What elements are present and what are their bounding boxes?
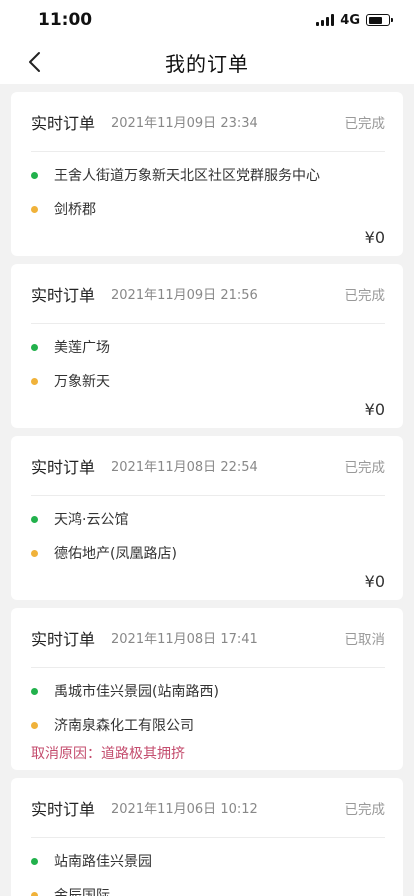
- order-route: 王舍人街道万象新天北区社区党群服务中心 剑桥郡 ¥0: [31, 152, 385, 256]
- order-card[interactable]: 实时订单 2021年11月08日 22:54 已完成 天鸿·云公馆 德佑地产(凤…: [11, 436, 403, 600]
- order-time: 2021年11月09日 23:34: [111, 116, 258, 131]
- order-header: 实时订单 2021年11月08日 22:54 已完成: [31, 436, 385, 496]
- order-route: 禹城市佳兴景园(站南路西) 济南泉森化工有限公司 取消原因：道路极其拥挤: [31, 668, 385, 770]
- end-location: 金辰国际: [54, 888, 110, 896]
- order-header: 实时订单 2021年11月06日 10:12 已完成: [31, 778, 385, 838]
- order-price: ¥0: [364, 572, 385, 591]
- end-dot-icon: [31, 205, 38, 213]
- end-stop: 济南泉森化工有限公司: [31, 708, 385, 742]
- start-location: 美莲广场: [54, 340, 110, 356]
- start-dot-icon: [31, 343, 38, 351]
- order-status: 已完成: [344, 801, 386, 818]
- order-time: 2021年11月08日 17:41: [111, 632, 258, 647]
- order-type: 实时订单: [31, 629, 96, 649]
- status-time: 11:00: [38, 10, 93, 30]
- start-dot-icon: [31, 515, 38, 523]
- order-type: 实时订单: [31, 285, 96, 305]
- cancel-reason: 取消原因：道路极其拥挤: [31, 746, 185, 762]
- signal-icon: [316, 14, 335, 26]
- end-dot-icon: [31, 377, 38, 385]
- order-time: 2021年11月08日 22:54: [111, 460, 258, 475]
- end-dot-icon: [31, 721, 38, 729]
- order-price: ¥0: [364, 228, 385, 247]
- order-header: 实时订单 2021年11月09日 21:56 已完成: [31, 264, 385, 324]
- nav-bar: 我的订单: [0, 40, 414, 84]
- start-dot-icon: [31, 687, 38, 695]
- order-type: 实时订单: [31, 457, 96, 477]
- end-stop: 万象新天: [31, 364, 385, 398]
- end-stop: 金辰国际: [31, 878, 385, 896]
- order-card[interactable]: 实时订单 2021年11月06日 10:12 已完成 站南路佳兴景园 金辰国际: [11, 778, 403, 896]
- order-card[interactable]: 实时订单 2021年11月09日 23:34 已完成 王舍人街道万象新天北区社区…: [11, 92, 403, 256]
- order-time: 2021年11月09日 21:56: [111, 288, 258, 303]
- end-dot-icon: [31, 549, 38, 557]
- order-price: ¥0: [364, 400, 385, 419]
- order-route: 站南路佳兴景园 金辰国际: [31, 838, 385, 896]
- chevron-left-icon: [29, 52, 40, 72]
- start-location: 禹城市佳兴景园(站南路西): [54, 684, 219, 700]
- start-dot-icon: [31, 171, 38, 179]
- order-header: 实时订单 2021年11月09日 23:34 已完成: [31, 92, 385, 152]
- end-location: 剑桥郡: [54, 202, 96, 218]
- order-header: 实时订单 2021年11月08日 17:41 已取消: [31, 608, 385, 668]
- order-status: 已取消: [344, 631, 386, 648]
- order-card[interactable]: 实时订单 2021年11月08日 17:41 已取消 禹城市佳兴景园(站南路西)…: [11, 608, 403, 770]
- end-stop: 德佑地产(凤凰路店): [31, 536, 385, 570]
- order-type: 实时订单: [31, 799, 96, 819]
- start-stop: 禹城市佳兴景园(站南路西): [31, 674, 385, 708]
- order-list: 实时订单 2021年11月09日 23:34 已完成 王舍人街道万象新天北区社区…: [0, 84, 414, 896]
- start-stop: 美莲广场: [31, 330, 385, 364]
- order-card[interactable]: 实时订单 2021年11月09日 21:56 已完成 美莲广场 万象新天 ¥0: [11, 264, 403, 428]
- battery-icon: [366, 14, 393, 26]
- order-status: 已完成: [344, 115, 386, 132]
- end-stop: 剑桥郡: [31, 192, 385, 226]
- order-route: 天鸿·云公馆 德佑地产(凤凰路店) ¥0: [31, 496, 385, 600]
- order-status: 已完成: [344, 287, 386, 304]
- end-location: 万象新天: [54, 374, 110, 390]
- start-location: 王舍人街道万象新天北区社区党群服务中心: [54, 168, 320, 184]
- end-location: 德佑地产(凤凰路店): [54, 546, 177, 562]
- status-indicators: 4G: [316, 12, 393, 28]
- end-location: 济南泉森化工有限公司: [54, 718, 194, 734]
- page-title: 我的订单: [165, 51, 249, 76]
- start-stop: 天鸿·云公馆: [31, 502, 385, 536]
- back-button[interactable]: [14, 40, 54, 84]
- network-type: 4G: [340, 12, 360, 28]
- order-status: 已完成: [344, 459, 386, 476]
- start-location: 站南路佳兴景园: [54, 854, 152, 870]
- start-dot-icon: [31, 857, 38, 865]
- start-stop: 站南路佳兴景园: [31, 844, 385, 878]
- start-stop: 王舍人街道万象新天北区社区党群服务中心: [31, 158, 385, 192]
- end-dot-icon: [31, 891, 38, 896]
- order-route: 美莲广场 万象新天 ¥0: [31, 324, 385, 428]
- start-location: 天鸿·云公馆: [54, 512, 129, 528]
- status-bar: 11:00 4G: [0, 0, 414, 40]
- order-type: 实时订单: [31, 113, 96, 133]
- order-time: 2021年11月06日 10:12: [111, 802, 258, 817]
